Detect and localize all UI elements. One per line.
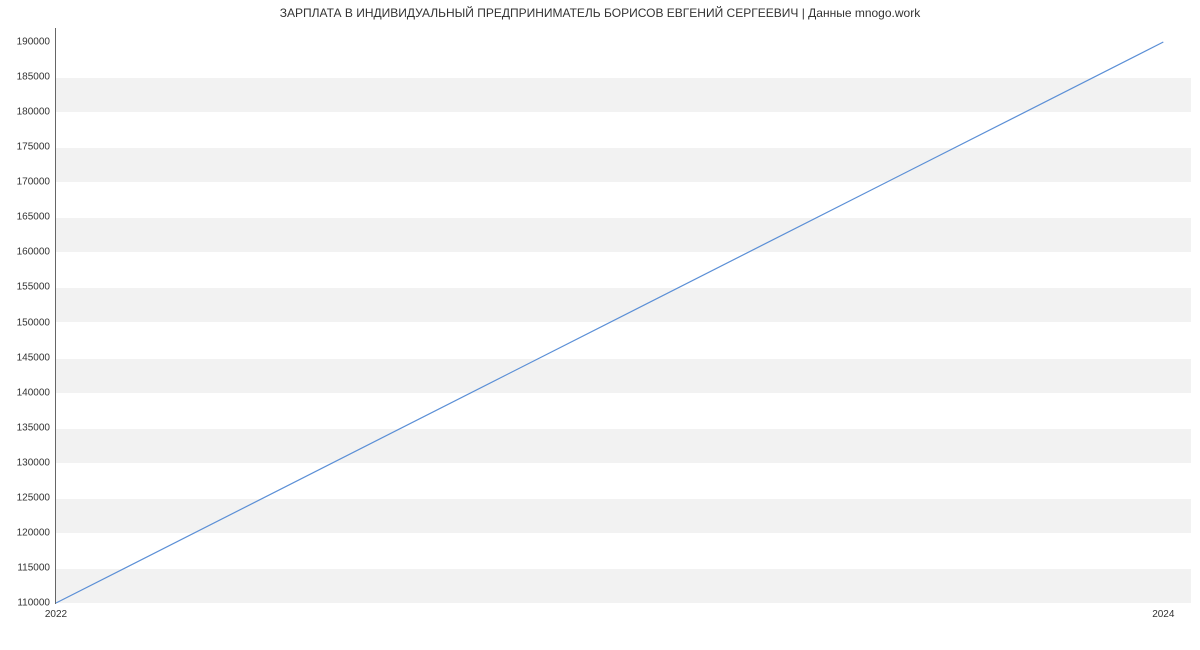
x-tick-label: 2024 — [1152, 603, 1174, 620]
y-tick-label: 130000 — [17, 457, 56, 468]
y-tick-label: 150000 — [17, 317, 56, 328]
y-tick-label: 165000 — [17, 212, 56, 223]
y-tick-label: 135000 — [17, 422, 56, 433]
y-tick-label: 185000 — [17, 72, 56, 83]
y-tick-label: 155000 — [17, 282, 56, 293]
y-tick-label: 190000 — [17, 37, 56, 48]
y-tick-label: 125000 — [17, 492, 56, 503]
grid-line — [56, 603, 1191, 604]
plot-area: 1100001150001200001250001300001350001400… — [55, 28, 1191, 604]
chart-title: ЗАРПЛАТА В ИНДИВИДУАЛЬНЫЙ ПРЕДПРИНИМАТЕЛ… — [0, 6, 1200, 20]
y-tick-label: 120000 — [17, 527, 56, 538]
y-tick-label: 160000 — [17, 247, 56, 258]
y-tick-label: 180000 — [17, 107, 56, 118]
y-tick-label: 140000 — [17, 387, 56, 398]
line-series — [56, 28, 1191, 603]
series-line — [56, 42, 1163, 603]
y-tick-label: 145000 — [17, 352, 56, 363]
chart-container: ЗАРПЛАТА В ИНДИВИДУАЛЬНЫЙ ПРЕДПРИНИМАТЕЛ… — [0, 0, 1200, 650]
y-tick-label: 175000 — [17, 142, 56, 153]
x-tick-label: 2022 — [45, 603, 67, 620]
y-tick-label: 170000 — [17, 177, 56, 188]
y-tick-label: 115000 — [17, 562, 56, 573]
